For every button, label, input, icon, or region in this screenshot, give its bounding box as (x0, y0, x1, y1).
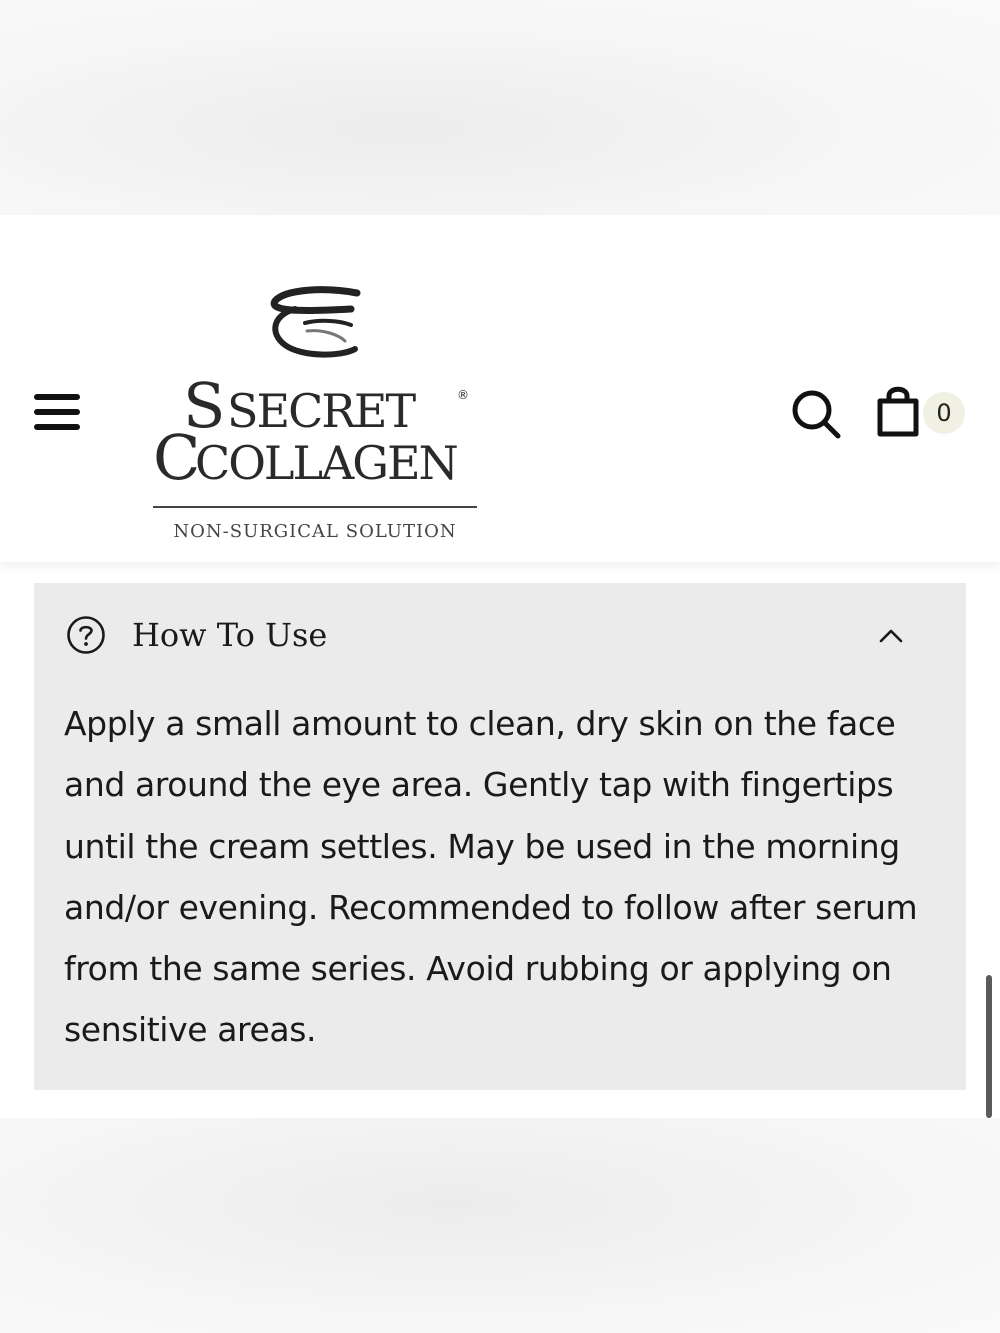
how-to-use-accordion: How To Use Apply a small amount to clean… (34, 583, 966, 1090)
scrollbar-thumb[interactable] (986, 975, 992, 1118)
menu-button[interactable] (30, 390, 84, 434)
chevron-up-icon[interactable] (878, 623, 904, 647)
brand-logo[interactable]: S SECRET ® C COLLAGEN NON-SURGICAL SOLUT… (145, 285, 485, 547)
how-to-use-text: Apply a small amount to clean, dry skin … (64, 704, 918, 1050)
question-circle-icon (67, 616, 105, 654)
product-page: S SECRET ® C COLLAGEN NON-SURGICAL SOLUT… (0, 215, 1000, 1118)
logo-word-collagen: COLLAGEN (195, 436, 458, 490)
logo-tagline: NON-SURGICAL SOLUTION (173, 521, 456, 542)
secret-collagen-logo: S SECRET ® C COLLAGEN NON-SURGICAL SOLUT… (153, 286, 477, 542)
hamburger-menu-icon-bar (34, 409, 80, 415)
site-header: S SECRET ® C COLLAGEN NON-SURGICAL SOLUT… (0, 215, 1000, 562)
shopping-bag-icon (877, 386, 919, 437)
backdrop-top (0, 0, 1000, 215)
accordion-title: How To Use (132, 616, 328, 654)
hamburger-menu-icon (34, 394, 80, 400)
hamburger-menu-icon-bar (34, 424, 80, 430)
backdrop-bottom (0, 1118, 1000, 1333)
logo-word-secret: SECRET (227, 384, 417, 438)
search-button[interactable] (788, 387, 844, 441)
cart-count-badge[interactable]: 0 (923, 392, 965, 434)
cart-button[interactable] (872, 385, 924, 441)
accordion-header[interactable]: How To Use (34, 583, 966, 687)
search-icon (792, 390, 841, 439)
svg-text:C: C (153, 421, 197, 494)
registered-mark: ® (457, 388, 469, 402)
